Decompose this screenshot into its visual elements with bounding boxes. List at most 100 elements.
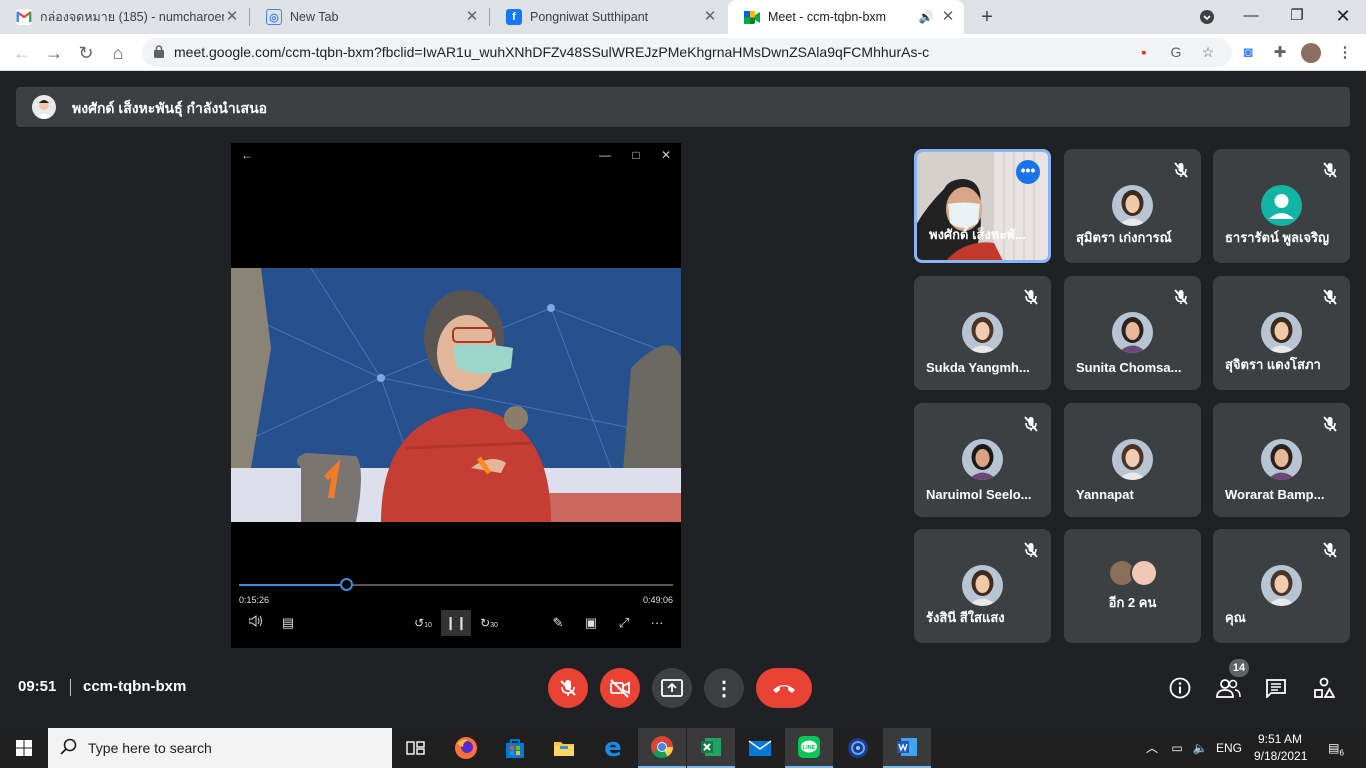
- more-options-icon[interactable]: ···: [642, 610, 672, 636]
- avatar: [1261, 185, 1302, 226]
- video-frame[interactable]: [231, 268, 681, 522]
- start-button[interactable]: [0, 728, 48, 768]
- firefox-icon[interactable]: [442, 728, 490, 768]
- pause-button[interactable]: ❙❙: [441, 610, 471, 636]
- tab-facebook[interactable]: f Pongniwat Sutthipant ✕: [490, 0, 726, 34]
- participant-tile[interactable]: รังสินี สีใสแสง: [914, 529, 1051, 643]
- mic-muted-icon: [1323, 162, 1337, 178]
- tab-meet[interactable]: Meet - ccm-tqbn-bxm 🔊 ✕: [728, 0, 964, 34]
- store-icon[interactable]: [491, 728, 539, 768]
- new-tab-button[interactable]: +: [975, 5, 999, 29]
- camera-blocked-icon[interactable]: ▪: [1134, 42, 1154, 62]
- tab-search-icon[interactable]: [1184, 0, 1230, 34]
- participant-tile[interactable]: คุณ: [1213, 529, 1350, 643]
- minimize-icon[interactable]: —: [595, 146, 615, 164]
- back-arrow-icon[interactable]: ←: [237, 146, 257, 164]
- participant-tile[interactable]: อีก 2 คน: [1064, 529, 1201, 643]
- captions-icon[interactable]: ▤: [273, 610, 303, 636]
- avatar: [962, 565, 1003, 606]
- close-icon[interactable]: ✕: [464, 9, 480, 25]
- task-view-icon[interactable]: [392, 728, 440, 768]
- seek-handle[interactable]: [339, 578, 353, 591]
- skip-back-button[interactable]: ↺10: [408, 610, 438, 636]
- word-icon[interactable]: [883, 728, 931, 768]
- close-icon[interactable]: ✕: [940, 9, 956, 25]
- search-placeholder: Type here to search: [88, 740, 212, 756]
- minimize-button[interactable]: —: [1228, 0, 1274, 34]
- home-button[interactable]: ⌂: [104, 39, 132, 67]
- tab-title: Meet - ccm-tqbn-bxm: [768, 10, 887, 24]
- close-icon[interactable]: ✕: [224, 9, 240, 25]
- taskbar-clock-date[interactable]: 9/18/2021: [1254, 749, 1307, 763]
- tab-title: Pongniwat Sutthipant: [530, 10, 649, 24]
- edit-pencil-icon[interactable]: ✎: [543, 610, 573, 636]
- network-icon[interactable]: ▭: [1167, 738, 1187, 758]
- forward-button[interactable]: →: [40, 39, 68, 67]
- activities-button[interactable]: [1311, 675, 1337, 701]
- participant-tile[interactable]: สุมิตรา เก่งการณ์: [1064, 149, 1201, 263]
- mail-icon[interactable]: [736, 728, 784, 768]
- microphone-toggle-button[interactable]: [548, 668, 588, 708]
- lock-icon: [154, 45, 164, 58]
- profile-avatar[interactable]: [1301, 43, 1321, 63]
- back-button[interactable]: ←: [8, 39, 36, 67]
- extensions-puzzle-icon[interactable]: ✚: [1269, 42, 1291, 64]
- browser-toolbar: ← → ↻ ⌂ meet.google.com/ccm-tqbn-bxm?fbc…: [0, 34, 1366, 71]
- show-hidden-icons-chevron[interactable]: ︿: [1144, 738, 1160, 758]
- tab-new-tab[interactable]: ◎ New Tab ✕: [250, 0, 488, 34]
- meeting-details-button[interactable]: [1167, 675, 1193, 701]
- input-language[interactable]: ENG: [1214, 738, 1244, 758]
- participant-tile[interactable]: Yannapat: [1064, 403, 1201, 517]
- chrome-icon[interactable]: [638, 728, 686, 768]
- participant-tile[interactable]: สุจิตรา แดงโสภา: [1213, 276, 1350, 390]
- bookmark-star-icon[interactable]: ☆: [1198, 42, 1218, 62]
- extension-icon[interactable]: ◙: [1237, 42, 1259, 64]
- file-explorer-icon[interactable]: [540, 728, 588, 768]
- app-icon[interactable]: [834, 728, 882, 768]
- camera-off-icon: [610, 679, 630, 698]
- window-close-button[interactable]: ✕: [1320, 0, 1366, 34]
- participant-tile[interactable]: Sunita Chomsa...: [1064, 276, 1201, 390]
- participant-tile[interactable]: ••• พงศักด์ เส็งหะพั...: [914, 149, 1051, 263]
- participant-tile[interactable]: Sukda Yangmh...: [914, 276, 1051, 390]
- participant-tile[interactable]: Worarat Bamp...: [1213, 403, 1350, 517]
- close-icon[interactable]: ✕: [702, 9, 718, 25]
- address-bar[interactable]: meet.google.com/ccm-tqbn-bxm?fbclid=IwAR…: [142, 38, 1232, 67]
- chat-button[interactable]: [1263, 675, 1289, 701]
- search-icon: [60, 738, 77, 755]
- present-screen-icon: [661, 679, 683, 697]
- volume-icon[interactable]: 🔈: [1190, 738, 1210, 758]
- mini-view-icon[interactable]: ▣: [576, 610, 606, 636]
- presented-screen[interactable]: ← — □ ✕ 0:15:26 0:49:06 ▤ ↺10 ❙❙ ↻30 ✎ ▣…: [231, 143, 681, 648]
- notification-center-icon[interactable]: ▤6: [1324, 738, 1348, 758]
- more-options-button[interactable]: ⋮: [704, 668, 744, 708]
- tab-gmail[interactable]: กล่องจดหมาย (185) - numcharoen0 ✕: [0, 0, 248, 34]
- more-options-icon[interactable]: •••: [1016, 160, 1040, 184]
- fullscreen-icon[interactable]: ⤢: [609, 610, 639, 636]
- restore-button[interactable]: ❐: [1274, 0, 1320, 34]
- reload-button[interactable]: ↻: [72, 39, 100, 67]
- participants-button[interactable]: [1215, 675, 1241, 701]
- participant-tile[interactable]: ธารารัตน์ พูลเจริญ: [1213, 149, 1350, 263]
- translate-icon[interactable]: G: [1166, 42, 1186, 62]
- avatar: [962, 439, 1003, 480]
- audio-playing-icon[interactable]: 🔊: [918, 9, 934, 25]
- leave-call-button[interactable]: [756, 668, 812, 708]
- taskbar-search-box[interactable]: Type here to search: [48, 728, 392, 768]
- seek-bar[interactable]: [239, 578, 673, 591]
- camera-toggle-button[interactable]: [600, 668, 640, 708]
- close-icon[interactable]: ✕: [656, 146, 676, 164]
- meeting-time: 09:51: [18, 678, 57, 695]
- participant-tile[interactable]: Naruimol Seelo...: [914, 403, 1051, 517]
- excel-icon[interactable]: [687, 728, 735, 768]
- windows-logo-icon: [16, 740, 32, 756]
- taskbar-clock-time[interactable]: 9:51 AM: [1258, 732, 1302, 746]
- browser-menu-icon[interactable]: ⋮: [1334, 42, 1356, 64]
- line-icon[interactable]: LINE: [785, 728, 833, 768]
- present-now-button[interactable]: [652, 668, 692, 708]
- maximize-icon[interactable]: □: [626, 146, 646, 164]
- skip-forward-button[interactable]: ↻30: [474, 610, 504, 636]
- edge-icon[interactable]: e: [589, 728, 637, 768]
- avatar: [962, 312, 1003, 353]
- volume-icon[interactable]: [241, 610, 271, 636]
